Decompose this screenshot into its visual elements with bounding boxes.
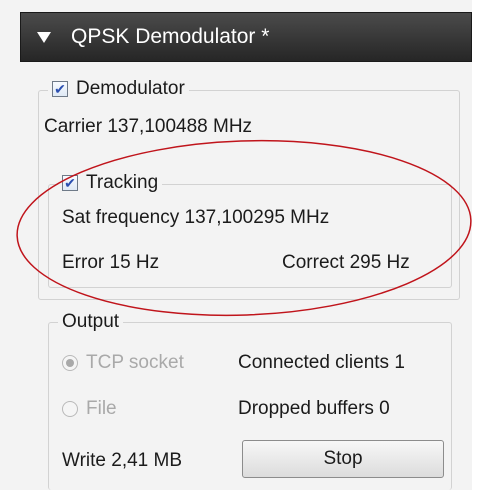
tracking-legend[interactable]: ✔ Tracking	[58, 171, 163, 195]
panel-edge	[472, 0, 504, 490]
tracking-checkbox[interactable]: ✔	[62, 175, 78, 191]
tracking-label: Tracking	[86, 172, 159, 193]
connected-clients: Connected clients 1	[238, 352, 405, 373]
tracking-error: Error 15 Hz	[62, 252, 160, 273]
tcp-socket-radio[interactable]: TCP socket	[62, 352, 184, 374]
dropped-buffers: Dropped buffers 0	[238, 398, 390, 419]
demodulator-label: Demodulator	[76, 78, 185, 99]
file-label: File	[86, 398, 117, 419]
demodulator-checkbox[interactable]: ✔	[52, 81, 68, 97]
file-radio[interactable]: File	[62, 398, 117, 420]
tcp-radio-dot[interactable]	[62, 355, 78, 371]
tracking-correct: Correct 295 Hz	[282, 252, 410, 273]
panel-header[interactable]: QPSK Demodulator *	[20, 12, 472, 62]
collapse-triangle-icon[interactable]	[37, 31, 51, 43]
output-label: Output	[62, 311, 120, 332]
demodulator-legend[interactable]: ✔ Demodulator	[48, 77, 189, 101]
output-legend: Output	[58, 310, 124, 334]
write-size: Write 2,41 MB	[62, 450, 183, 471]
sat-frequency: Sat frequency 137,100295 MHz	[62, 207, 330, 228]
stop-button[interactable]: Stop	[242, 440, 444, 478]
panel-title: QPSK Demodulator *	[71, 25, 270, 48]
tcp-socket-label: TCP socket	[86, 352, 184, 373]
carrier-frequency: Carrier 137,100488 MHz	[44, 116, 253, 137]
file-radio-dot[interactable]	[62, 401, 78, 417]
